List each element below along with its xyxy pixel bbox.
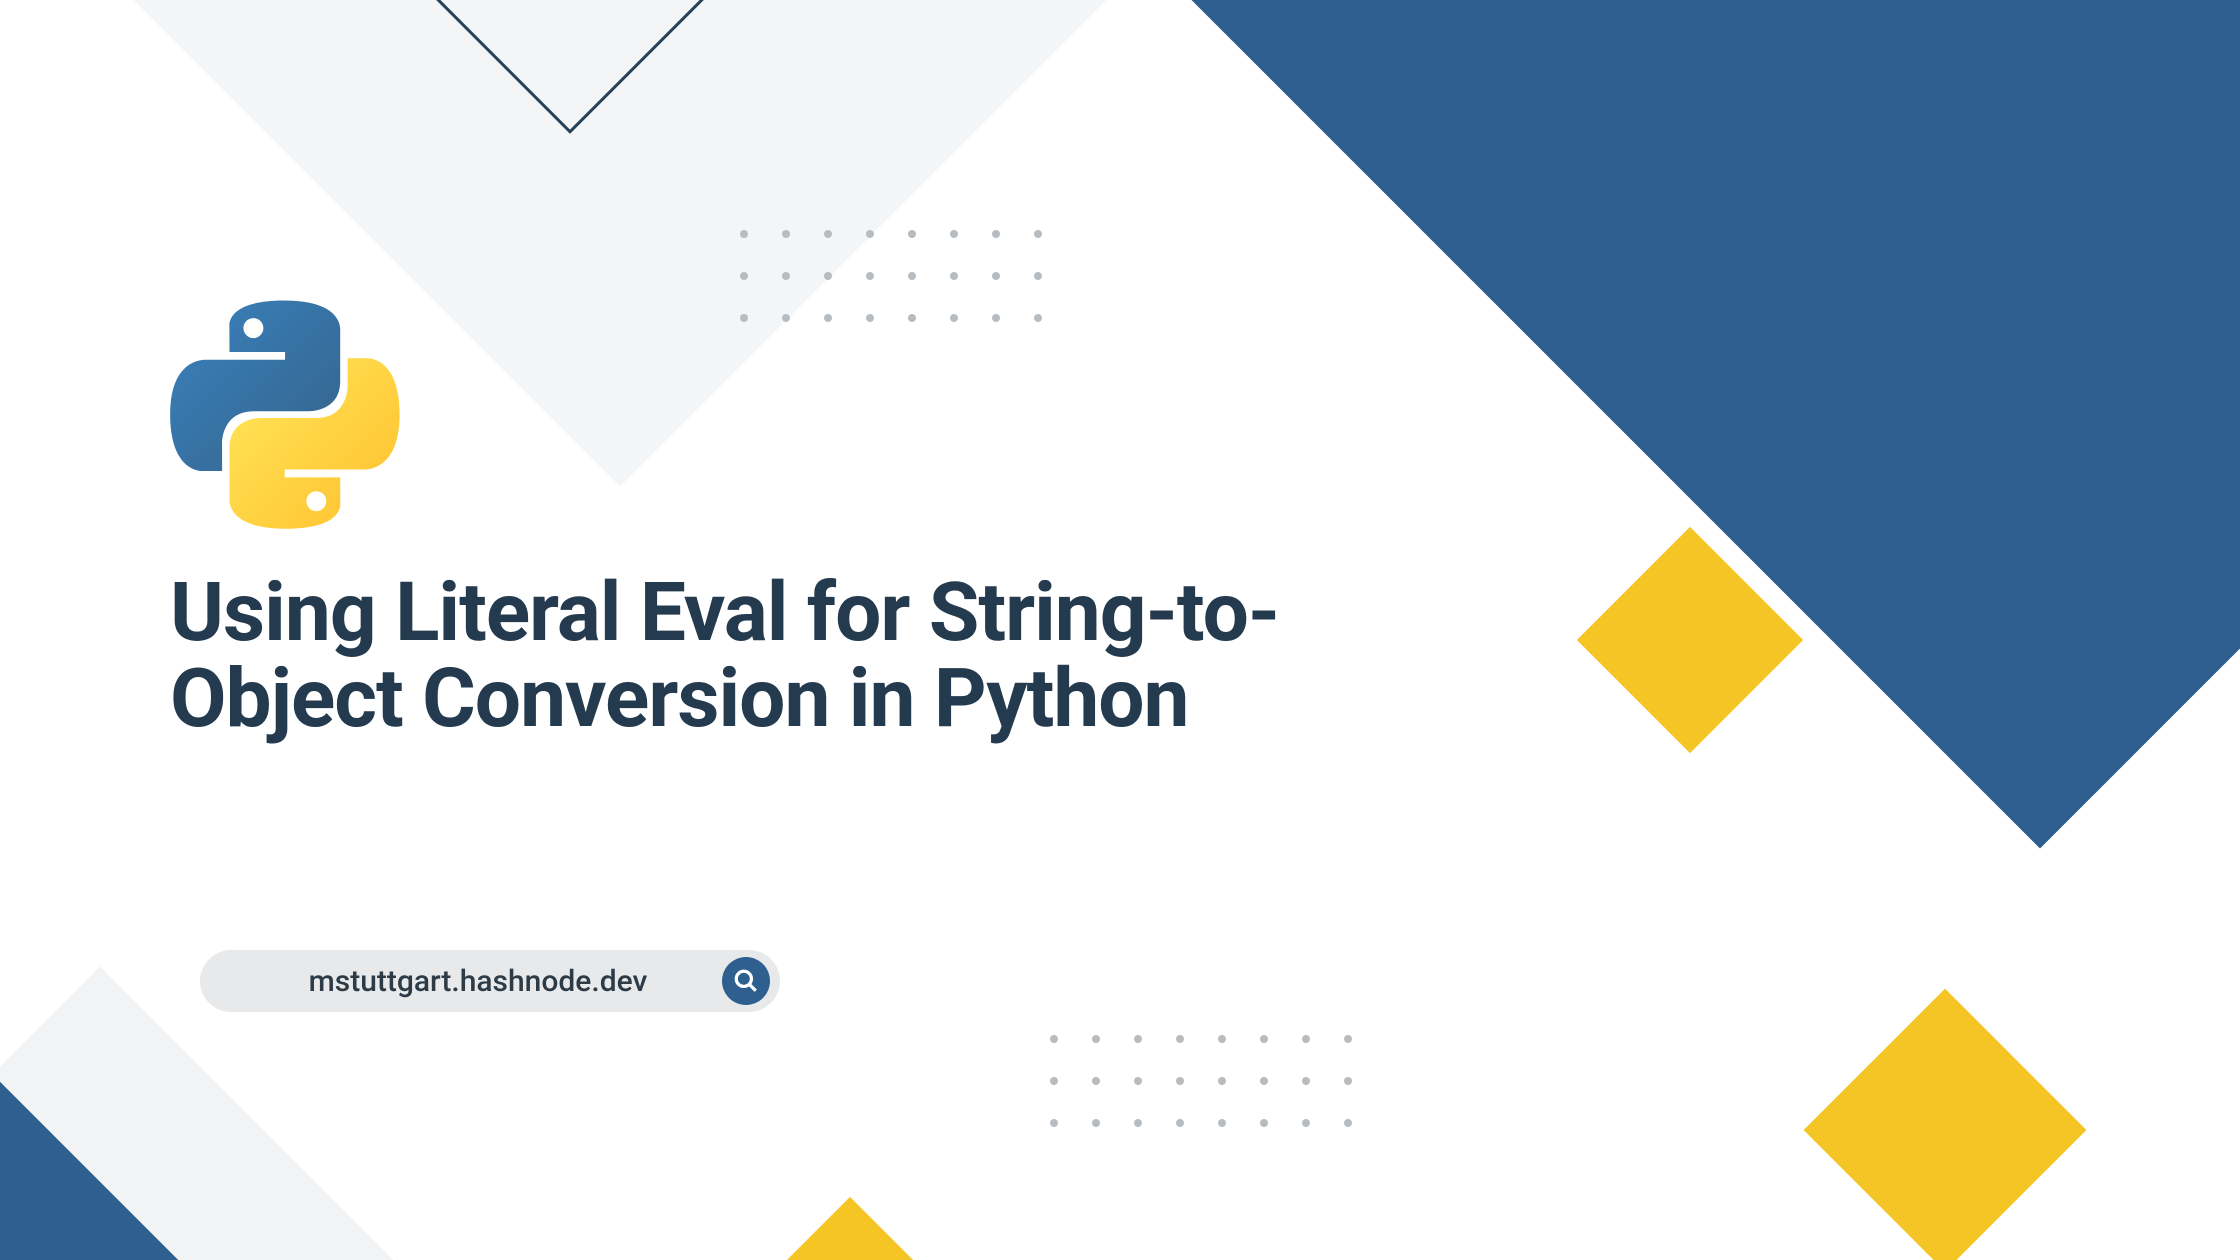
url-text: mstuttgart.hashnode.dev	[248, 964, 708, 999]
page-title: Using Literal Eval for String-to-Object …	[170, 570, 1370, 742]
python-logo	[170, 300, 1370, 530]
dot-pattern-bottom	[1050, 1035, 1352, 1127]
yellow-diamond-bottom-right	[1804, 989, 2087, 1260]
yellow-diamond-bottom-center	[737, 1197, 963, 1260]
url-pill: mstuttgart.hashnode.dev	[200, 950, 780, 1012]
python-logo-icon	[170, 300, 400, 530]
search-button[interactable]	[722, 957, 770, 1005]
magnifier-icon	[733, 968, 759, 994]
content-block: Using Literal Eval for String-to-Object …	[170, 300, 1370, 742]
